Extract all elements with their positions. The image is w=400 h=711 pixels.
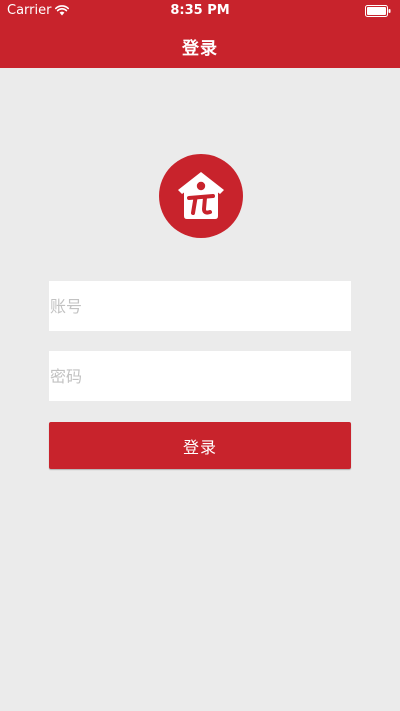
password-input[interactable]: [49, 351, 351, 401]
house-logo-icon: [159, 154, 243, 238]
account-input[interactable]: [49, 281, 351, 331]
page-title: 登录: [182, 39, 218, 59]
login-button[interactable]: 登录: [49, 422, 351, 469]
battery-icon: [365, 5, 391, 17]
status-time: 8:35 PM: [170, 3, 230, 18]
header-bar: Carrier 8:35 PM 登录: [0, 0, 400, 68]
status-bar: Carrier 8:35 PM: [0, 0, 400, 22]
